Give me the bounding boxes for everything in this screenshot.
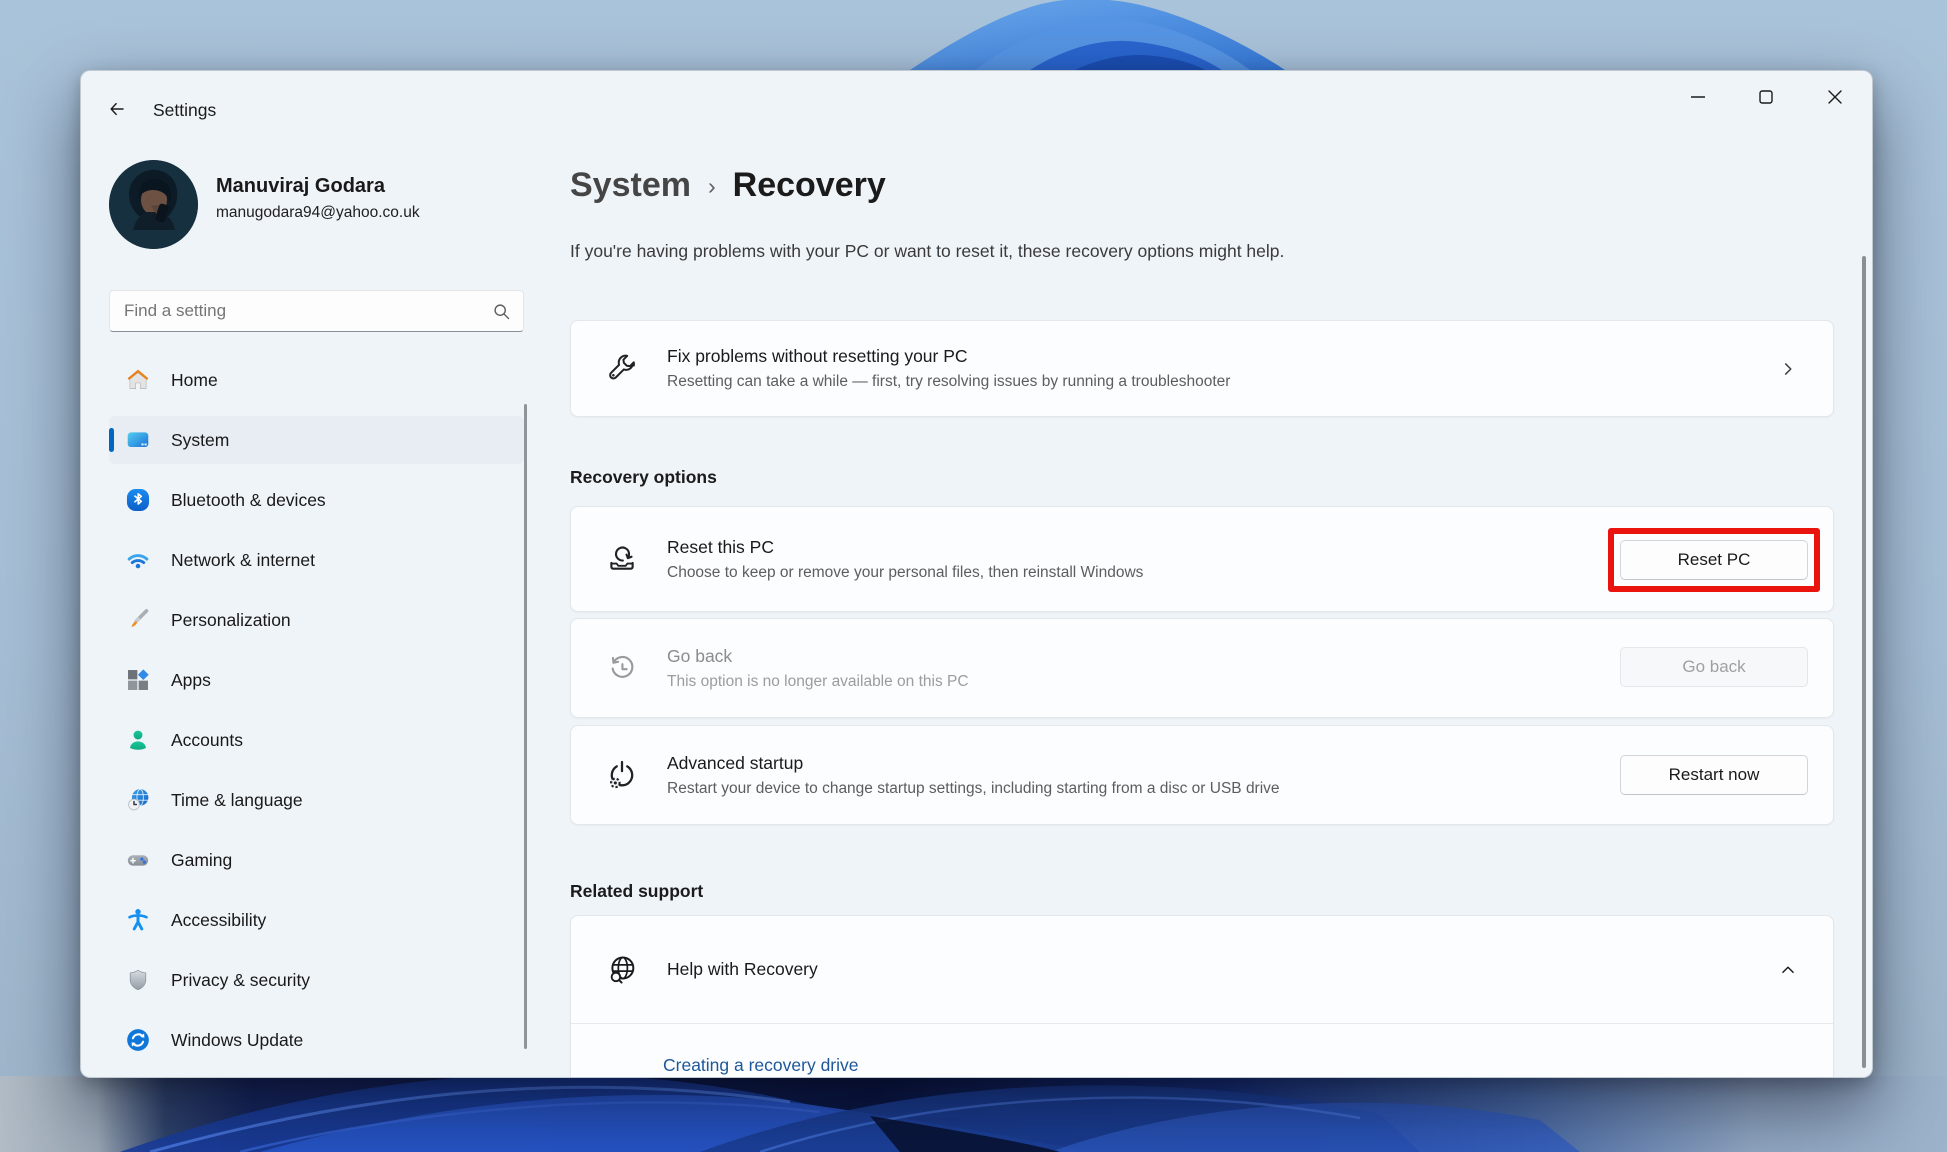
accessibility-icon	[128, 909, 148, 931]
reset-pc-title: Reset this PC	[667, 536, 774, 557]
sidebar-item-label: Network & internet	[171, 549, 315, 570]
page-title: Recovery	[732, 165, 886, 204]
sidebar-item-label: Accessibility	[171, 909, 267, 930]
sidebar-item-label: Personalization	[171, 609, 291, 630]
sidebar-item-label: Accounts	[171, 729, 243, 750]
reset-pc-icon	[610, 546, 634, 570]
reset-pc-button[interactable]: Reset PC	[1620, 540, 1808, 580]
sidebar-item-label: Privacy & security	[171, 969, 311, 990]
go-back-history-icon	[611, 655, 634, 678]
sidebar-item-system[interactable]: System	[109, 416, 524, 464]
advanced-startup-title: Advanced startup	[667, 752, 804, 773]
avatar-photo	[109, 160, 198, 249]
globe-clock-icon	[128, 788, 149, 811]
section-recovery-options: Recovery options	[570, 467, 717, 487]
sidebar-item-label: Home	[171, 369, 218, 390]
avatar[interactable]	[109, 160, 198, 249]
sidebar-item-label: System	[171, 429, 230, 450]
sidebar-item-label: Gaming	[171, 849, 233, 870]
help-card: Help with Recovery Creating a recovery d…	[570, 915, 1834, 1077]
sidebar-item-label: Apps	[171, 669, 211, 690]
wallpaper-bloom-bottom	[0, 1076, 1947, 1152]
go-back-card: Go back This option is no longer availab…	[570, 618, 1834, 718]
person-icon	[129, 730, 147, 750]
fix-problems-card[interactable]: Fix problems without resetting your PC R…	[570, 320, 1834, 417]
wallpaper-bloom-top	[910, 0, 1285, 70]
breadcrumb-parent[interactable]: System	[570, 166, 691, 205]
wrench-icon	[609, 354, 635, 379]
sidebar-scrollbar[interactable]	[524, 404, 527, 1049]
help-title: Help with Recovery	[667, 959, 818, 979]
breadcrumb: System › Recovery	[570, 161, 886, 209]
section-related-support: Related support	[570, 881, 704, 901]
advanced-startup-card: Advanced startup Restart your device to …	[570, 725, 1834, 825]
back-button[interactable]	[101, 93, 133, 125]
back-arrow-icon	[110, 102, 124, 116]
search-input[interactable]	[110, 291, 523, 331]
chevron-up-icon	[1782, 966, 1794, 973]
window-title: Settings	[153, 100, 217, 120]
sidebar-item-accessibility[interactable]: Accessibility	[109, 896, 524, 944]
sidebar-item-label: Windows Update	[171, 1029, 304, 1050]
sidebar-item-gaming[interactable]: Gaming	[109, 836, 524, 884]
reset-pc-card: Reset this PC Choose to keep or remove y…	[570, 506, 1834, 612]
fix-problems-subtitle: Resetting can take a while — first, try …	[667, 373, 1231, 390]
settings-window: Settings Manuviraj Godara manugodara94@y…	[80, 70, 1873, 1078]
page-intro: If you're having problems with your PC o…	[570, 241, 1285, 261]
user-email: manugodara94@yahoo.co.uk	[216, 204, 420, 221]
sidebar-item-apps[interactable]: Apps	[109, 656, 524, 704]
wifi-icon	[127, 554, 149, 569]
close-icon	[1828, 90, 1842, 104]
system-icon	[127, 432, 149, 448]
sidebar-item-bluetooth-devices[interactable]: Bluetooth & devices	[109, 476, 524, 524]
go-back-title: Go back	[667, 645, 733, 666]
apps-icon	[128, 669, 149, 690]
restart-now-button[interactable]: Restart now	[1620, 755, 1808, 795]
bluetooth-icon	[126, 488, 150, 512]
recovery-drive-link[interactable]: Creating a recovery drive	[663, 1055, 859, 1075]
search-icon[interactable]	[491, 301, 512, 322]
advanced-startup-icon	[610, 760, 634, 789]
breadcrumb-separator-icon: ›	[707, 172, 716, 199]
sidebar-item-privacy-security[interactable]: Privacy & security	[109, 956, 524, 1004]
sidebar-item-time-language[interactable]: Time & language	[109, 776, 524, 824]
web-search-icon	[610, 956, 635, 984]
go-back-subtitle: This option is no longer available on th…	[667, 672, 969, 690]
go-back-button[interactable]: Go back	[1620, 647, 1808, 687]
sidebar-item-label: Time & language	[171, 789, 303, 810]
search-box	[109, 290, 524, 332]
sidebar-item-accounts[interactable]: Accounts	[109, 716, 524, 764]
reset-pc-subtitle: Choose to keep or remove your personal f…	[667, 563, 1144, 581]
gamepad-icon	[127, 855, 149, 866]
minimize-icon	[1691, 96, 1705, 98]
sidebar-item-home[interactable]: Home	[109, 356, 524, 404]
minimize-button[interactable]	[1675, 79, 1721, 115]
shield-icon	[129, 969, 147, 990]
content-scrollbar[interactable]	[1862, 256, 1866, 1068]
selected-accent-bar	[109, 428, 114, 452]
help-expander[interactable]: Help with Recovery	[571, 916, 1833, 1023]
sidebar-item-label: Bluetooth & devices	[171, 489, 326, 510]
sidebar-item-windows-update[interactable]: Windows Update	[109, 1016, 524, 1064]
advanced-startup-subtitle: Restart your device to change startup se…	[667, 779, 1280, 797]
home-icon	[127, 369, 149, 389]
maximize-button[interactable]	[1743, 79, 1789, 115]
chevron-right-icon	[1784, 362, 1792, 375]
fix-problems-title: Fix problems without resetting your PC	[667, 346, 968, 366]
maximize-icon	[1759, 90, 1773, 104]
user-name: Manuviraj Godara	[216, 175, 385, 197]
brush-icon	[131, 609, 149, 627]
update-icon	[127, 1029, 149, 1051]
close-button[interactable]	[1812, 79, 1858, 115]
sidebar-item-network-internet[interactable]: Network & internet	[109, 536, 524, 584]
sidebar-item-personalization[interactable]: Personalization	[109, 596, 524, 644]
